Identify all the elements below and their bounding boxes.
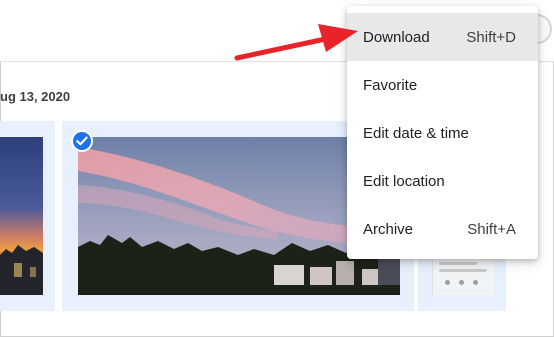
menu-item-label: Favorite	[363, 76, 418, 94]
menu-item-label: Edit location	[363, 172, 445, 190]
menu-item-label: Download	[363, 28, 430, 46]
menu-item-shortcut: Shift+A	[467, 220, 516, 238]
menu-item-label: Edit date & time	[363, 124, 469, 142]
menu-item-favorite[interactable]: Favorite	[347, 61, 538, 109]
context-menu: Download Shift+D Favorite Edit date & ti…	[347, 6, 538, 259]
menu-item-shortcut: Shift+D	[466, 28, 516, 46]
menu-item-download[interactable]: Download Shift+D	[347, 13, 538, 61]
check-circle-icon[interactable]	[71, 130, 93, 152]
menu-item-edit-date-time[interactable]: Edit date & time	[347, 109, 538, 157]
sunset-photo-left	[0, 137, 43, 295]
menu-item-edit-location[interactable]: Edit location	[347, 157, 538, 205]
menu-item-archive[interactable]: Archive Shift+A	[347, 205, 538, 253]
menu-item-label: Archive	[363, 220, 414, 238]
date-heading: ug 13, 2020	[0, 89, 71, 104]
